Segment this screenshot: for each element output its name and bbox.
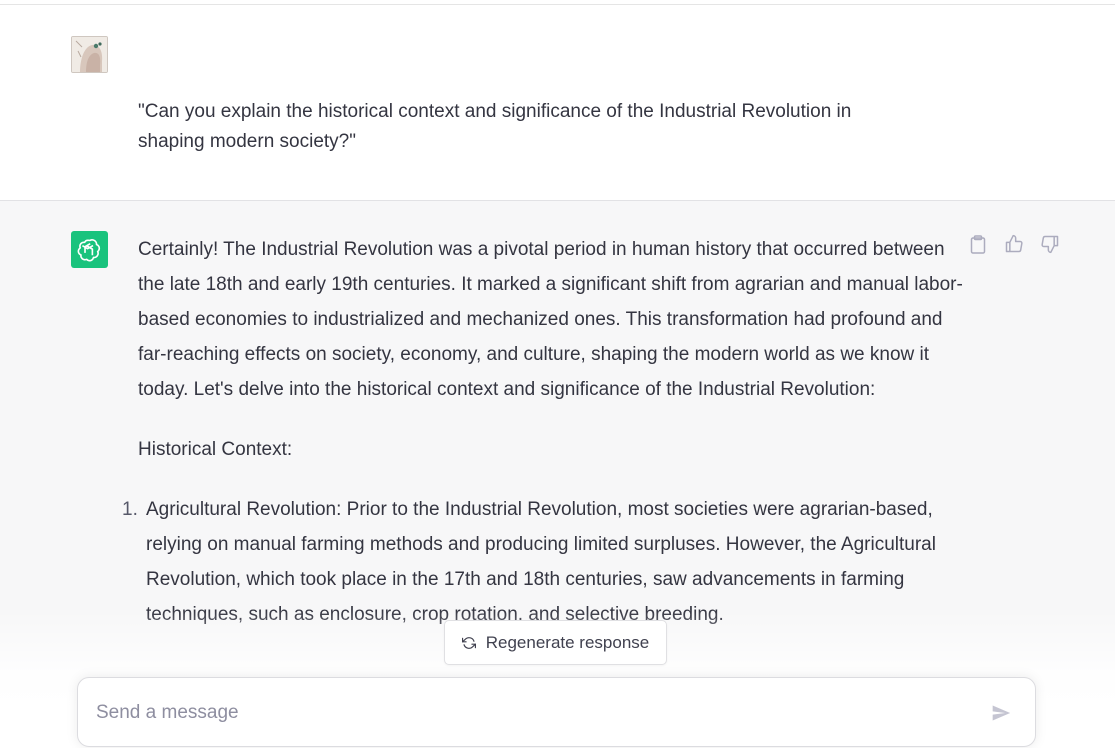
message-composer	[77, 677, 1036, 747]
regenerate-response-label: Regenerate response	[485, 632, 650, 652]
section-heading: Historical Context:	[138, 439, 293, 460]
assistant-message-body: Certainly! The Industrial Revolution was…	[122, 232, 963, 632]
regenerate-response-button[interactable]: Regenerate response	[444, 620, 667, 665]
message-input[interactable]	[96, 696, 956, 730]
user-message: "Can you explain the historical context …	[0, 5, 1115, 201]
send-button[interactable]	[989, 701, 1013, 725]
list-item-text: Agricultural Revolution: Prior to the In…	[146, 499, 936, 625]
thumbs-up-icon[interactable]	[1003, 233, 1025, 255]
user-message-text: "Can you explain the historical context …	[138, 101, 852, 152]
copy-icon[interactable]	[967, 233, 989, 255]
message-actions	[967, 233, 1061, 255]
user-avatar	[71, 36, 108, 73]
openai-logo-icon	[71, 231, 108, 268]
refresh-icon	[461, 636, 476, 649]
list-item-number: 1.	[122, 499, 138, 520]
assistant-intro-paragraph: Certainly! The Industrial Revolution was…	[138, 239, 963, 400]
thumbs-down-icon[interactable]	[1039, 233, 1061, 255]
send-icon	[992, 705, 1011, 721]
